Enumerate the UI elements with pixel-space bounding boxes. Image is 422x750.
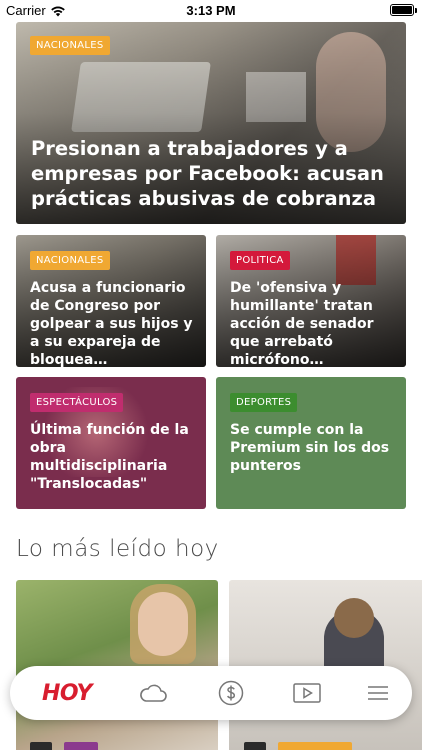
- category-chip: [30, 742, 52, 750]
- category-chip: [64, 742, 98, 750]
- most-read-card[interactable]: [229, 580, 422, 750]
- most-read-card[interactable]: [16, 580, 218, 750]
- card-photo-detail: [334, 598, 374, 638]
- video-tab[interactable]: [282, 666, 332, 720]
- menu-icon: [368, 686, 388, 700]
- category-badge: NACIONALES: [30, 36, 110, 55]
- category-badge: POLITICA: [230, 251, 290, 270]
- article-headline: De 'ofensiva y humillante' tratan acción…: [230, 280, 374, 367]
- card-photo-detail: [138, 592, 188, 656]
- article-card[interactable]: DEPORTES Se cumple con la Premium sin lo…: [216, 377, 406, 509]
- weather-tab[interactable]: [128, 666, 178, 720]
- category-badge: ESPECTÁCULOS: [30, 393, 124, 412]
- article-headline: Última función de la obra multidisciplin…: [30, 422, 189, 492]
- dollar-icon: [218, 680, 244, 706]
- play-icon: [293, 683, 321, 703]
- article-headline: Se cumple con la Premium sin los dos pun…: [230, 422, 390, 474]
- category-chip: [278, 742, 352, 750]
- menu-tab[interactable]: [358, 666, 398, 720]
- category-chip: [244, 742, 266, 750]
- battery-icon: [390, 4, 417, 16]
- hero-headline: Presionan a trabajadores y a empresas po…: [31, 137, 384, 210]
- section-title-most-read: Lo más leído hoy: [16, 536, 219, 562]
- currency-tab[interactable]: [206, 666, 256, 720]
- article-card[interactable]: ESPECTÁCULOS Última función de la obra m…: [16, 377, 206, 509]
- hero-article-card[interactable]: NACIONALES Presionan a trabajadores y a …: [16, 22, 406, 224]
- status-time: 3:13 PM: [186, 3, 236, 18]
- category-badge: NACIONALES: [30, 251, 110, 270]
- hoy-logo[interactable]: HOY: [36, 666, 98, 720]
- bottom-nav: HOY: [10, 666, 412, 720]
- cloud-icon: [140, 684, 167, 702]
- article-card[interactable]: NACIONALES Acusa a funcionario de Congre…: [16, 235, 206, 367]
- category-badge: DEPORTES: [230, 393, 298, 412]
- status-bar: Carrier 3:13 PM: [0, 0, 422, 22]
- article-card[interactable]: POLITICA De 'ofensiva y humillante' trat…: [216, 235, 406, 367]
- article-headline: Acusa a funcionario de Congreso por golp…: [30, 280, 193, 367]
